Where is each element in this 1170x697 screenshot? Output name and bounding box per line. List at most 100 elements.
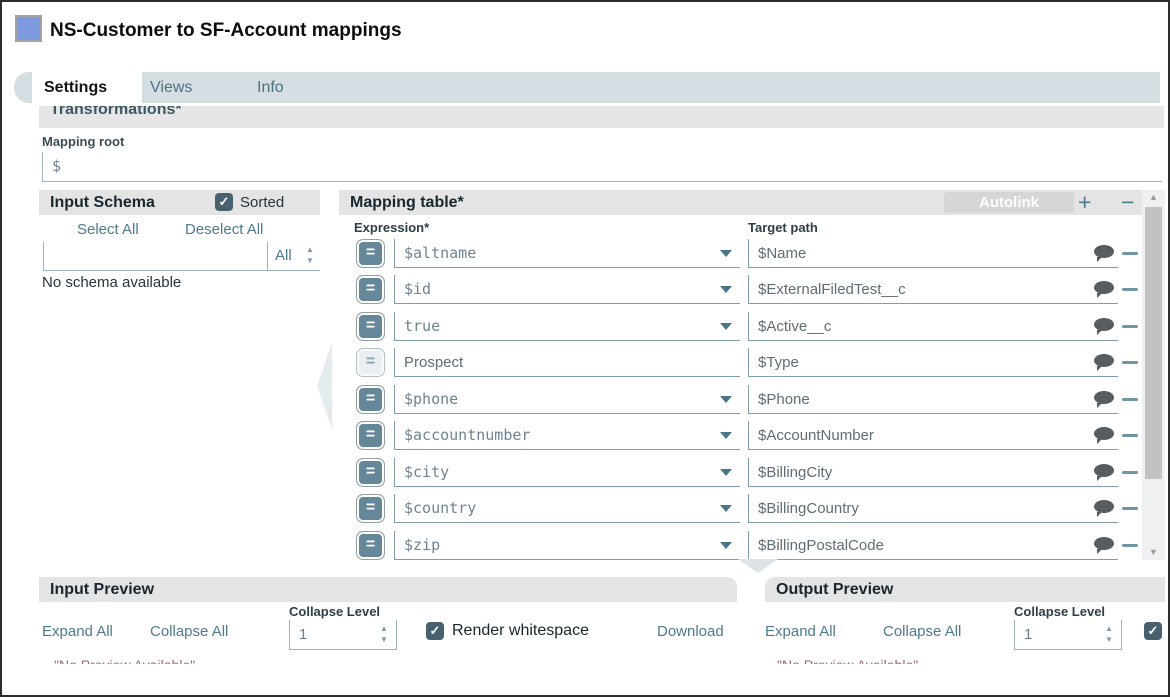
mapping-table-row: = true $Active__c xyxy=(339,312,1140,342)
target-path-value: $BillingCity xyxy=(749,458,1118,487)
expression-input[interactable]: $phone xyxy=(394,385,740,414)
target-path-input[interactable]: $AccountNumber xyxy=(748,421,1118,450)
expression-toggle-button[interactable]: = xyxy=(356,312,385,341)
scroll-down-icon[interactable]: ▼ xyxy=(1142,547,1165,557)
target-path-value: $BillingPostalCode xyxy=(749,531,1118,560)
input-collapse-level-spinner[interactable]: ▲ ▼ xyxy=(378,622,390,648)
input-expand-all-link[interactable]: Expand All xyxy=(42,623,113,640)
expression-toggle-button[interactable]: = xyxy=(356,275,385,304)
expression-input[interactable]: $altname xyxy=(394,239,740,268)
remove-row-button[interactable] xyxy=(1122,507,1138,510)
spinner-down-icon[interactable]: ▼ xyxy=(304,257,316,265)
comment-icon[interactable] xyxy=(1094,464,1114,477)
expression-dropdown-icon[interactable] xyxy=(720,396,732,403)
comment-icon[interactable] xyxy=(1094,537,1114,550)
target-path-input[interactable]: $Type xyxy=(748,348,1118,377)
add-row-button[interactable]: + xyxy=(1078,190,1091,215)
download-link[interactable]: Download xyxy=(657,623,724,640)
remove-rows-button[interactable]: − xyxy=(1121,190,1134,215)
expression-dropdown-icon[interactable] xyxy=(720,542,732,549)
output-render-whitespace-checkbox[interactable]: ✓ xyxy=(1144,622,1162,640)
expression-toggle-button[interactable]: = xyxy=(356,421,385,450)
remove-row-button[interactable] xyxy=(1122,544,1138,547)
expression-input[interactable]: $id xyxy=(394,275,740,304)
spinner-up-icon[interactable]: ▲ xyxy=(378,625,390,633)
mapping-root-input[interactable]: $ xyxy=(42,152,1162,182)
collapse-left-panel-icon[interactable] xyxy=(317,343,332,429)
expression-input[interactable]: Prospect xyxy=(394,348,740,377)
expression-input[interactable]: $zip xyxy=(394,531,740,560)
spinner-up-icon[interactable]: ▲ xyxy=(1103,625,1115,633)
mapping-table-scrollbar[interactable]: ▲ ▼ xyxy=(1142,190,1165,560)
expression-toggle-button[interactable]: = xyxy=(356,239,385,268)
remove-row-button[interactable] xyxy=(1122,361,1138,364)
comment-icon[interactable] xyxy=(1094,281,1114,294)
deselect-all-link[interactable]: Deselect All xyxy=(185,221,263,238)
expression-input[interactable]: $country xyxy=(394,494,740,523)
comment-icon[interactable] xyxy=(1094,318,1114,331)
tab-settings[interactable]: Settings xyxy=(32,72,142,103)
output-collapse-level-stepper[interactable]: 1 ▲ ▼ xyxy=(1014,620,1122,650)
comment-icon[interactable] xyxy=(1094,354,1114,367)
comment-icon[interactable] xyxy=(1094,245,1114,258)
input-collapse-all-link[interactable]: Collapse All xyxy=(150,623,228,640)
expression-input[interactable]: true xyxy=(394,312,740,341)
expression-dropdown-icon[interactable] xyxy=(720,286,732,293)
target-path-input[interactable]: $BillingPostalCode xyxy=(748,531,1118,560)
schema-filter-spinner[interactable]: ▲ ▼ xyxy=(304,243,316,269)
schema-filter-input[interactable] xyxy=(44,242,267,270)
target-path-input[interactable]: $Phone xyxy=(748,385,1118,414)
collapse-bottom-panel-icon[interactable] xyxy=(738,559,778,573)
schema-filter: All ▲ ▼ xyxy=(43,242,320,271)
tab-views[interactable]: Views xyxy=(150,72,192,103)
expression-dropdown-icon[interactable] xyxy=(720,250,732,257)
mapping-root-value: $ xyxy=(43,152,1162,181)
mapping-table-row: = $country $BillingCountry xyxy=(339,494,1140,524)
remove-row-button[interactable] xyxy=(1122,471,1138,474)
expression-toggle-button[interactable]: = xyxy=(356,531,385,560)
output-collapse-all-link[interactable]: Collapse All xyxy=(883,623,961,640)
sorted-checkbox[interactable]: ✓ xyxy=(215,193,233,211)
expression-dropdown-icon[interactable] xyxy=(720,469,732,476)
expression-dropdown-icon[interactable] xyxy=(720,323,732,330)
autolink-button[interactable]: Autolink xyxy=(944,192,1074,213)
remove-row-button[interactable] xyxy=(1122,398,1138,401)
tab-info[interactable]: Info xyxy=(257,72,284,103)
remove-row-button[interactable] xyxy=(1122,288,1138,291)
target-path-input[interactable]: $BillingCity xyxy=(748,458,1118,487)
comment-icon[interactable] xyxy=(1094,391,1114,404)
render-whitespace-label: Render whitespace xyxy=(452,622,589,640)
comment-icon[interactable] xyxy=(1094,500,1114,513)
spinner-down-icon[interactable]: ▼ xyxy=(378,636,390,644)
expression-input[interactable]: $accountnumber xyxy=(394,421,740,450)
spinner-up-icon[interactable]: ▲ xyxy=(304,246,316,254)
target-path-input[interactable]: $BillingCountry xyxy=(748,494,1118,523)
input-collapse-level-stepper[interactable]: 1 ▲ ▼ xyxy=(289,620,397,650)
expression-toggle-button[interactable]: = xyxy=(356,494,385,523)
expression-value: $id xyxy=(395,275,740,304)
remove-row-button[interactable] xyxy=(1122,325,1138,328)
expression-dropdown-icon[interactable] xyxy=(720,432,732,439)
select-all-link[interactable]: Select All xyxy=(77,221,139,238)
output-expand-all-link[interactable]: Expand All xyxy=(765,623,836,640)
spinner-down-icon[interactable]: ▼ xyxy=(1103,636,1115,644)
target-path-input[interactable]: $Name xyxy=(748,239,1118,268)
expression-toggle-button[interactable]: = xyxy=(356,385,385,414)
comment-icon[interactable] xyxy=(1094,427,1114,440)
remove-row-button[interactable] xyxy=(1122,434,1138,437)
expression-toggle-button[interactable]: = xyxy=(356,458,385,487)
render-whitespace-checkbox[interactable]: ✓ xyxy=(426,622,444,640)
mapping-table-title: Mapping table* xyxy=(339,190,464,215)
target-path-input[interactable]: $ExternalFiledTest__c xyxy=(748,275,1118,304)
scrollbar-thumb[interactable] xyxy=(1145,207,1162,479)
scroll-up-icon[interactable]: ▲ xyxy=(1142,192,1165,202)
expression-input[interactable]: $city xyxy=(394,458,740,487)
expression-toggle-button[interactable]: = xyxy=(356,348,385,377)
schema-filter-scope-select[interactable]: All ▲ ▼ xyxy=(267,242,320,270)
remove-row-button[interactable] xyxy=(1122,252,1138,255)
mapping-table-row: = $zip $BillingPostalCode xyxy=(339,531,1140,561)
output-collapse-level-spinner[interactable]: ▲ ▼ xyxy=(1103,622,1115,648)
expression-dropdown-icon[interactable] xyxy=(720,505,732,512)
expression-value: $city xyxy=(395,458,740,487)
target-path-input[interactable]: $Active__c xyxy=(748,312,1118,341)
